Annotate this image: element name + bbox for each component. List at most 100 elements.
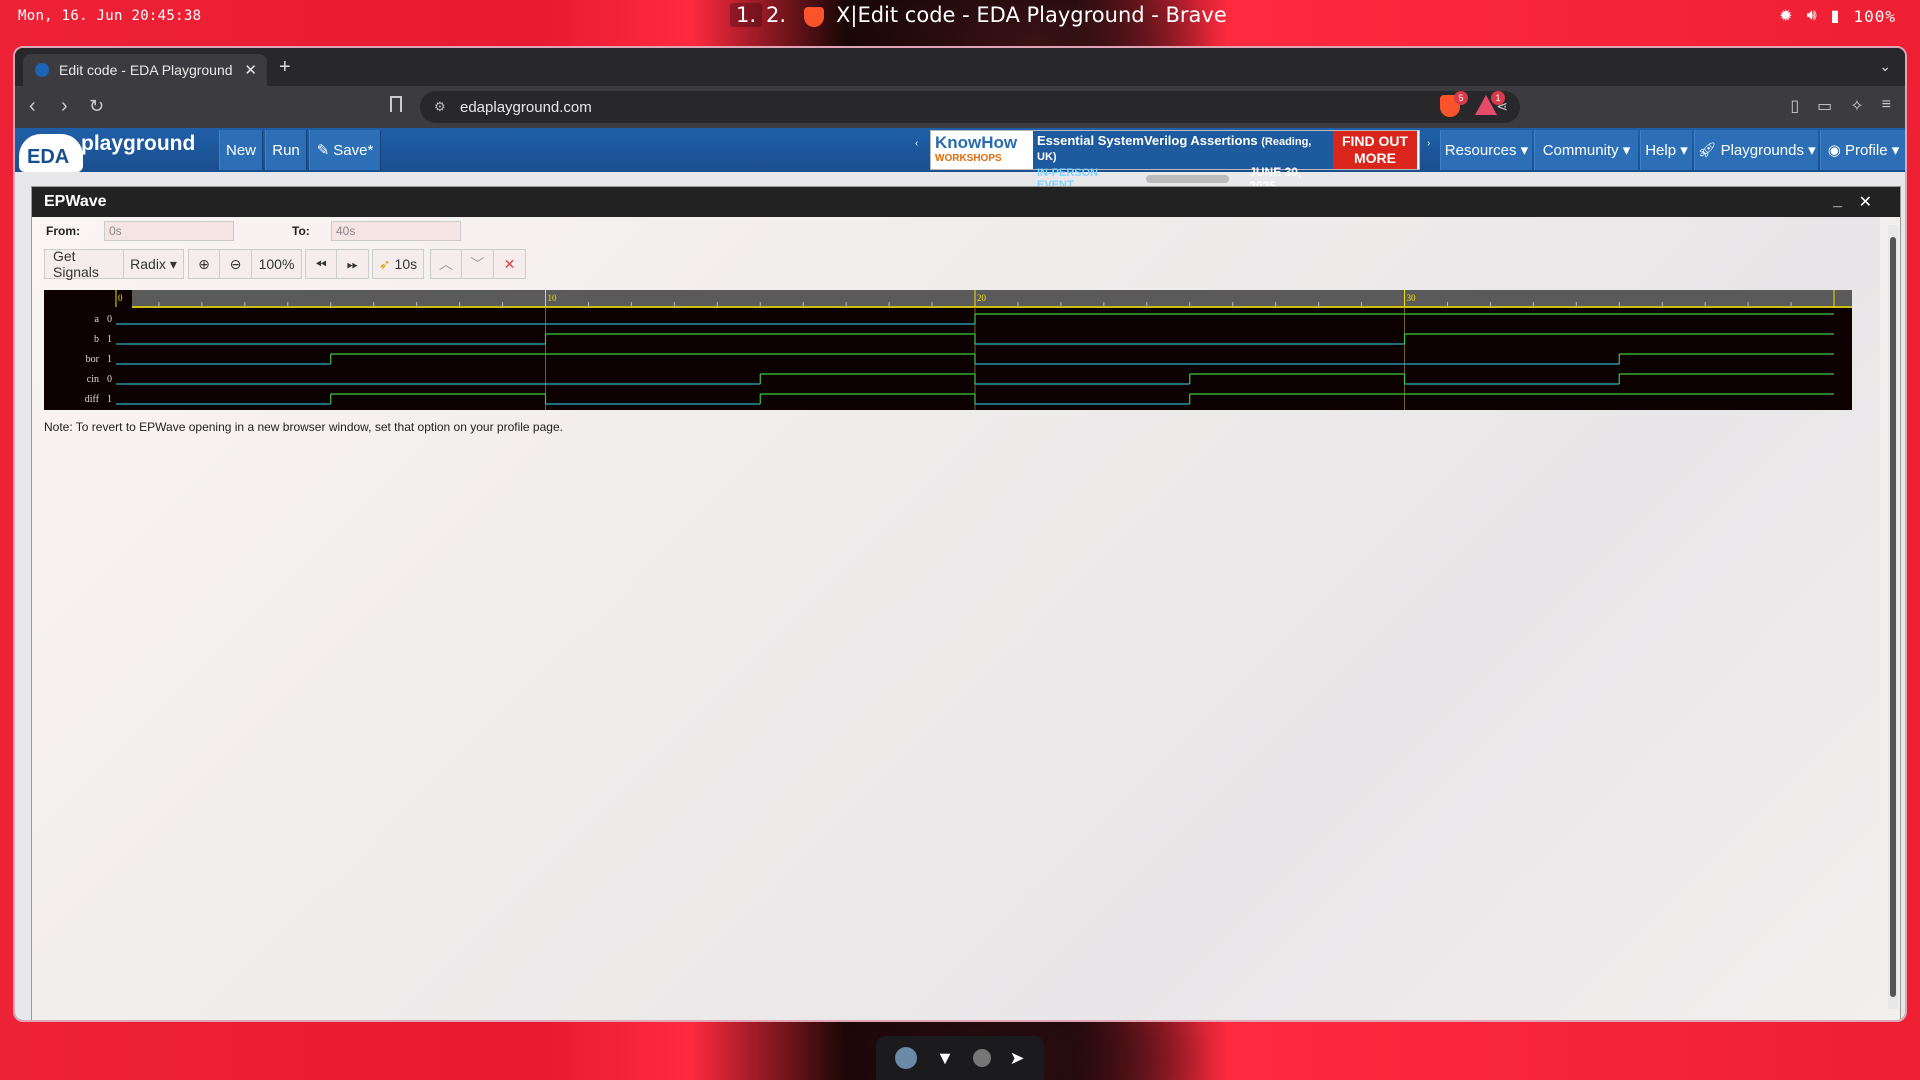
new-tab-icon[interactable]: + xyxy=(279,56,291,79)
signal-name[interactable]: a xyxy=(95,314,100,325)
brightness-icon[interactable]: ✹ xyxy=(1779,6,1792,26)
profile-menu[interactable]: ◉ Profile ▾ xyxy=(1820,130,1905,170)
move-up-icon[interactable]: ︿ xyxy=(430,249,462,279)
browser-toolbar: ‹ › ↻ ⚙ edaplayground.com ⋖ 5 1 ▯ ▭ ✧ ≡ xyxy=(15,86,1905,128)
radix-dropdown[interactable]: Radix ▾ xyxy=(124,249,184,279)
tab-close-icon[interactable]: ✕ xyxy=(244,61,257,79)
profile-label: Profile xyxy=(1845,141,1888,159)
from-input[interactable]: 0s xyxy=(104,221,234,241)
signal-value: 0 xyxy=(107,314,112,325)
eda-navbar: EDA playground New Run ✎ Save* ‹ KnowHow… xyxy=(15,128,1905,193)
signal-name[interactable]: b xyxy=(94,334,99,345)
reload-icon[interactable]: ↻ xyxy=(89,96,104,117)
page-content: EDA playground New Run ✎ Save* ‹ KnowHow… xyxy=(15,128,1905,1020)
fast-forward-icon[interactable]: ⏩︎ xyxy=(337,249,369,279)
ad-prev-icon[interactable]: ‹ xyxy=(915,138,918,149)
save-button[interactable]: ✎ Save* xyxy=(309,130,381,170)
ad-cta-line1: FIND OUT xyxy=(1341,133,1409,149)
advert-banner[interactable]: KnowHow WORKSHOPS Essential SystemVerilo… xyxy=(930,130,1420,193)
eda-favicon-icon xyxy=(35,63,49,77)
epwave-modal: EPWave _ ✕ From: 0s To: 40s Get Signals … xyxy=(31,186,1901,1020)
minimize-icon[interactable]: _ xyxy=(1833,192,1842,210)
help-label: Help xyxy=(1645,141,1677,159)
ad-next-icon[interactable]: › xyxy=(1427,138,1430,149)
toolbar-right: ▯ ▭ ✧ ≡ xyxy=(1790,96,1891,116)
tab-strip: Edit code - EDA Playground ✕ + ⌄ xyxy=(15,48,1905,86)
zoom-out-icon[interactable]: ⊖ xyxy=(220,249,252,279)
epwave-title: EPWave xyxy=(44,193,107,210)
cursor-group: ➶ 10s xyxy=(372,249,424,279)
signal-value: 1 xyxy=(107,354,112,365)
modal-scrollbar[interactable] xyxy=(1888,225,1898,1009)
scrollbar-thumb[interactable] xyxy=(1890,237,1896,997)
ad-cta-line2: MORE xyxy=(1354,150,1396,166)
new-button[interactable]: New xyxy=(219,130,263,170)
telegram-icon[interactable]: ➤ xyxy=(1010,1048,1025,1069)
updates-icon[interactable] xyxy=(895,1047,918,1069)
signal-name[interactable]: diff xyxy=(85,394,100,405)
signal-name[interactable]: bor xyxy=(86,354,100,365)
zoom-group: ⊕ ⊖ 100% xyxy=(188,249,302,279)
site-settings-icon[interactable]: ⚙ xyxy=(434,99,446,115)
zoom-level[interactable]: 100% xyxy=(252,249,302,279)
ad-cta-button[interactable]: FIND OUT MORE xyxy=(1333,131,1417,169)
ad-title-line: Essential SystemVerilog Assertions (Read… xyxy=(1037,133,1331,163)
bookmark-icon[interactable] xyxy=(390,96,402,112)
forward-icon[interactable]: › xyxy=(61,95,68,118)
waveform-viewer[interactable]: 0 10 20 30 a 0b 1bor 1cin 0diff 1 xyxy=(44,290,1852,410)
menu-icon[interactable]: ≡ xyxy=(1882,96,1891,116)
rewind-icon[interactable]: ⏪︎ xyxy=(305,249,337,279)
move-down-icon[interactable]: ﹀ xyxy=(462,249,494,279)
back-icon[interactable]: ‹ xyxy=(29,95,36,118)
bluetooth-icon[interactable] xyxy=(972,1049,991,1067)
ad-title: Essential SystemVerilog Assertions xyxy=(1037,133,1258,148)
to-input[interactable]: 40s xyxy=(331,221,461,241)
get-signals-button[interactable]: Get Signals xyxy=(44,248,124,280)
timeline-ruler xyxy=(132,290,1852,308)
zoom-in-icon[interactable]: ⊕ xyxy=(188,249,220,279)
tab-edit-code[interactable]: Edit code - EDA Playground ✕ xyxy=(23,54,267,86)
address-bar[interactable]: ⚙ edaplayground.com ⋖ xyxy=(420,91,1520,123)
nav-group: ⏪︎ ⏩︎ xyxy=(305,249,369,279)
tab-search-chevron-icon[interactable]: ⌄ xyxy=(1879,58,1891,75)
tab-title: Edit code - EDA Playground xyxy=(59,62,233,78)
close-icon[interactable]: ✕ xyxy=(1859,192,1872,212)
top-panel: Mon, 16. Jun 20:45:38 1. 2. X|Edit code … xyxy=(0,0,1920,32)
battery-icon[interactable]: ▮ xyxy=(1831,6,1840,26)
remove-icon[interactable]: ✕ xyxy=(494,249,526,279)
cursor-arrow-icon: ➶ xyxy=(378,255,391,272)
wallet-icon[interactable]: ▭ xyxy=(1817,96,1832,116)
brave-icon xyxy=(804,7,824,27)
workspace-2[interactable]: 2. xyxy=(766,3,786,27)
playgrounds-menu[interactable]: 🚀︎ Playgrounds ▾ xyxy=(1694,130,1818,170)
epwave-body: From: 0s To: 40s Get Signals Radix ▾ ⊕ ⊖… xyxy=(32,217,1880,1020)
shields-badge: 5 xyxy=(1454,91,1468,105)
battery-percent: 100% xyxy=(1853,6,1896,26)
ad-body: Essential SystemVerilog Assertions (Read… xyxy=(1033,131,1335,193)
move-group: ︿ ﹀ ✕ xyxy=(430,249,526,279)
ad-brand: KnowHow WORKSHOPS xyxy=(935,133,1031,169)
wifi-icon[interactable]: ▼ xyxy=(936,1048,954,1069)
help-menu[interactable]: Help ▾ xyxy=(1640,130,1692,170)
run-button[interactable]: Run xyxy=(265,130,307,170)
sidebar-icon[interactable]: ▯ xyxy=(1790,96,1799,116)
window-title: X|Edit code - EDA Playground - Brave xyxy=(836,3,1227,27)
signal-name[interactable]: cin xyxy=(87,374,99,385)
cursor-step-button[interactable]: ➶ 10s xyxy=(372,249,424,279)
ad-progress-bar xyxy=(1145,175,1230,183)
ad-brand-sub: WORKSHOPS xyxy=(935,153,1002,164)
epwave-note: Note: To revert to EPWave opening in a n… xyxy=(44,420,563,434)
rewards-badge: 1 xyxy=(1491,91,1505,105)
resources-menu[interactable]: Resources ▾ xyxy=(1440,130,1532,170)
workspace-1[interactable]: 1. xyxy=(730,3,763,27)
leo-ai-icon[interactable]: ✧ xyxy=(1850,96,1863,116)
ad-brand-name: KnowHow xyxy=(935,133,1018,152)
radix-label: Radix xyxy=(130,256,166,272)
volume-icon[interactable]: 🔊︎ xyxy=(1807,7,1817,25)
time-tick-label: 0 xyxy=(118,293,123,303)
community-menu[interactable]: Community ▾ xyxy=(1534,130,1638,170)
url-text: edaplayground.com xyxy=(460,98,592,116)
browser-window: Edit code - EDA Playground ✕ + ⌄ ‹ › ↻ ⚙… xyxy=(13,46,1907,1022)
cursor-step-label: 10s xyxy=(394,256,418,272)
save-label: Save* xyxy=(333,141,374,159)
